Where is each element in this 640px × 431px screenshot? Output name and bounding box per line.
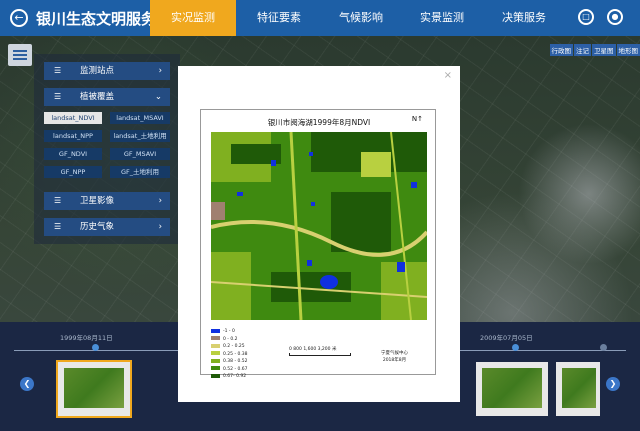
main-nav: 实况监测 特征要素 气候影响 实景监测 决策服务	[150, 0, 564, 36]
legend-label: 0.38 - 0.52	[223, 359, 248, 364]
timeline-start-date: 1999年08月11日	[60, 334, 113, 342]
legend-label: 0 - 0.2	[223, 336, 238, 342]
user-icon[interactable]: ●	[607, 9, 623, 25]
tab-realtime-monitoring[interactable]: 实况监测	[150, 0, 236, 36]
timeline-thumbnail[interactable]	[556, 362, 600, 416]
legend-item: 0 - 0.2	[211, 336, 248, 344]
timeline-thumbnail[interactable]	[476, 362, 548, 416]
layer-admin[interactable]: 行政图	[549, 44, 573, 56]
layer-labels[interactable]: 注记	[574, 44, 591, 56]
document-icon[interactable]: □	[578, 9, 594, 25]
timeline-marker-extra[interactable]	[600, 344, 607, 351]
figure-title: 银川市阅海湖1999年8月NDVI	[267, 118, 371, 127]
tab-feature-elements[interactable]: 特征要素	[236, 0, 322, 36]
timeline-end-date: 2009年07月05日	[480, 334, 533, 342]
sub-item-landsat-ndvi[interactable]: landsat_NDVI	[44, 112, 102, 124]
chevron-down-icon: ⌄	[154, 92, 162, 102]
list-icon: ☰	[54, 66, 62, 75]
sub-item-gf-ndvi[interactable]: GF_NDVI	[44, 148, 102, 160]
app-title: 银川生态文明服务平	[36, 10, 150, 28]
menu-toggle-button[interactable]	[8, 44, 32, 66]
scale-bar-graphic	[289, 353, 351, 356]
list-icon: ☰	[54, 92, 62, 101]
thumbnail-image	[64, 368, 124, 408]
legend-swatch	[211, 373, 220, 378]
north-arrow-icon: N↑	[411, 115, 423, 123]
north-label: N	[411, 115, 418, 123]
section-historical-weather[interactable]: ☰ 历史气象 ›	[44, 218, 170, 236]
section-label: 卫星影像	[80, 196, 115, 206]
legend-item: 0.2 - 0.25	[211, 343, 248, 351]
section-satellite-imagery[interactable]: ☰ 卫星影像 ›	[44, 192, 170, 210]
legend-label: 0.25 - 0.38	[223, 351, 248, 357]
sub-item-landsat-npp[interactable]: landsat_NPP	[44, 130, 102, 142]
scale-bar: 0 800 1,600 3,200 米	[289, 346, 351, 356]
layer-terrain[interactable]: 地形图	[616, 44, 640, 56]
map-layer-switch: 行政图 注记 卫星图 地形图	[549, 44, 640, 56]
legend-label: 0.2 - 0.25	[223, 344, 245, 349]
legend-item: 0.52 - 0.67	[211, 366, 248, 374]
tab-live-scene-monitoring[interactable]: 实景监测	[400, 0, 484, 36]
legend-item: 0.38 - 0.52	[211, 358, 248, 366]
tab-climate-impact[interactable]: 气候影响	[322, 0, 400, 36]
next-arrow-icon[interactable]: ❯	[606, 377, 620, 391]
menu-icon-line	[13, 54, 27, 56]
legend-swatch	[211, 336, 220, 340]
legend-label: -1 - 0	[223, 329, 235, 334]
credit-org: 宁夏气候中心	[381, 351, 408, 356]
legend-item: 0.67- 0.92	[211, 373, 248, 381]
timeline-thumbnail[interactable]	[56, 360, 132, 418]
side-panel: ☰ 监测站点 › ☰ 植被覆盖 ⌄ landsat_NDVI landsat_M…	[34, 54, 180, 244]
close-icon[interactable]: ×	[444, 70, 452, 81]
thumbnail-image	[562, 368, 596, 408]
sub-item-gf-npp[interactable]: GF_NPP	[44, 166, 102, 178]
tab-decision-service[interactable]: 决策服务	[484, 0, 564, 36]
sub-item-landsat-landuse[interactable]: landsat_土地利用	[110, 130, 170, 142]
scale-label: 0 800 1,600 3,200 米	[289, 347, 337, 352]
legend-label: 0.67- 0.92	[223, 374, 247, 379]
list-icon: ☰	[54, 196, 62, 205]
section-label: 历史气象	[80, 222, 115, 232]
sub-item-gf-msavi[interactable]: GF_MSAVI	[110, 148, 170, 160]
figure-credit: 宁夏气候中心 2018年8月	[381, 350, 408, 364]
top-navigation-bar: ← 银川生态文明服务平 实况监测 特征要素 气候影响 实景监测 决策服务 □ ●	[0, 0, 640, 36]
chevron-right-icon: ›	[158, 222, 162, 232]
section-label: 植被覆盖	[80, 92, 115, 102]
layer-satellite[interactable]: 卫星图	[592, 44, 616, 56]
menu-icon-line	[13, 58, 27, 60]
legend-item: -1 - 0	[211, 328, 248, 336]
ndvi-raster-image	[211, 132, 427, 320]
list-icon: ☰	[54, 222, 62, 231]
chevron-right-icon: ›	[158, 196, 162, 206]
prev-arrow-icon[interactable]: ❮	[20, 377, 34, 391]
timeline-marker-end[interactable]	[512, 344, 519, 351]
legend-swatch	[211, 358, 220, 363]
section-vegetation-cover[interactable]: ☰ 植被覆盖 ⌄	[44, 88, 170, 106]
ndvi-figure: 银川市阅海湖1999年8月NDVI N↑ -1 - 0 0 - 0.2 0.2 …	[200, 109, 436, 379]
legend-swatch	[211, 351, 220, 355]
legend-swatch	[211, 343, 220, 348]
chevron-right-icon: ›	[158, 66, 162, 76]
ndvi-map-modal: × 银川市阅海湖1999年8月NDVI N↑ -1 - 0 0 - 0.2 0.…	[178, 66, 460, 402]
legend-swatch	[211, 328, 220, 333]
section-monitoring-stations[interactable]: ☰ 监测站点 ›	[44, 62, 170, 80]
back-icon[interactable]: ←	[10, 9, 28, 27]
legend-item: 0.25 - 0.38	[211, 351, 248, 359]
ndvi-legend: -1 - 0 0 - 0.2 0.2 - 0.25 0.25 - 0.38 0.…	[211, 328, 248, 381]
sub-item-landsat-msavi[interactable]: landsat_MSAVI	[110, 112, 170, 124]
thumbnail-image	[482, 368, 542, 408]
legend-swatch	[211, 366, 220, 370]
sub-item-gf-landuse[interactable]: GF_土地利用	[110, 166, 170, 178]
timeline-marker-start[interactable]	[92, 344, 99, 351]
credit-date: 2018年8月	[382, 358, 407, 363]
menu-icon	[13, 50, 27, 52]
section-label: 监测站点	[80, 66, 115, 76]
legend-label: 0.52 - 0.67	[223, 366, 248, 372]
